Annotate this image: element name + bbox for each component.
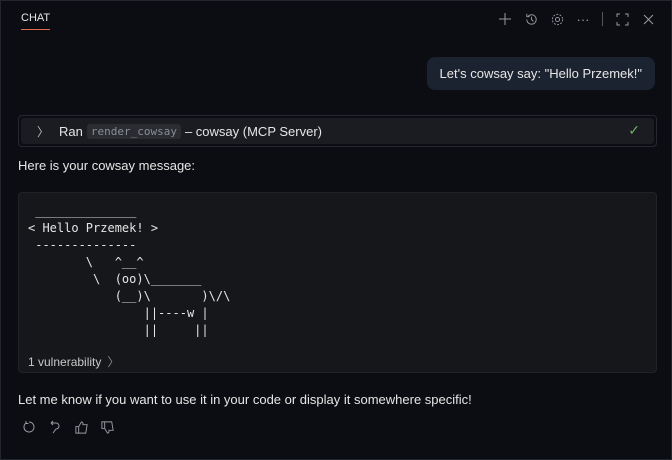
thumbs-up-icon[interactable] xyxy=(73,419,89,435)
response-outro: Let me know if you want to use it in you… xyxy=(18,392,472,407)
divider xyxy=(602,12,603,26)
feedback-actions xyxy=(21,419,115,435)
gear-icon[interactable] xyxy=(548,10,566,28)
tool-call-summary[interactable]: 〉 Ran render_cowsay – cowsay (MCP Server… xyxy=(18,115,657,147)
chevron-right-icon[interactable]: 〉 xyxy=(37,123,49,140)
more-icon[interactable]: ··· xyxy=(574,10,592,28)
cowsay-art: ______________ < Hello Przemek! > ------… xyxy=(28,204,231,337)
tool-prefix: Ran xyxy=(59,123,83,139)
code-block: ______________ < Hello Przemek! > ------… xyxy=(18,192,657,373)
maximize-icon[interactable] xyxy=(613,10,631,28)
header-actions: ··· xyxy=(496,10,657,28)
check-icon: ✓ xyxy=(628,122,640,138)
vulnerability-link[interactable]: 1 vulnerability 〉 xyxy=(28,353,119,370)
retry-icon[interactable] xyxy=(21,419,37,435)
response-intro: Here is your cowsay message: xyxy=(18,158,196,173)
chevron-right-icon: 〉 xyxy=(107,355,120,369)
vulnerability-label: 1 vulnerability xyxy=(28,355,102,369)
user-message: Let's cowsay say: "Hello Przemek!" xyxy=(426,57,655,90)
plus-icon[interactable] xyxy=(496,10,514,28)
close-icon[interactable] xyxy=(639,10,657,28)
chat-header: CHAT ··· xyxy=(1,1,671,37)
undo-icon[interactable] xyxy=(47,419,63,435)
tool-name: render_cowsay xyxy=(86,123,181,139)
thumbs-down-icon[interactable] xyxy=(99,419,115,435)
tool-suffix: – cowsay (MCP Server) xyxy=(184,123,322,139)
history-icon[interactable] xyxy=(522,10,540,28)
tab-chat[interactable]: CHAT xyxy=(21,12,51,30)
